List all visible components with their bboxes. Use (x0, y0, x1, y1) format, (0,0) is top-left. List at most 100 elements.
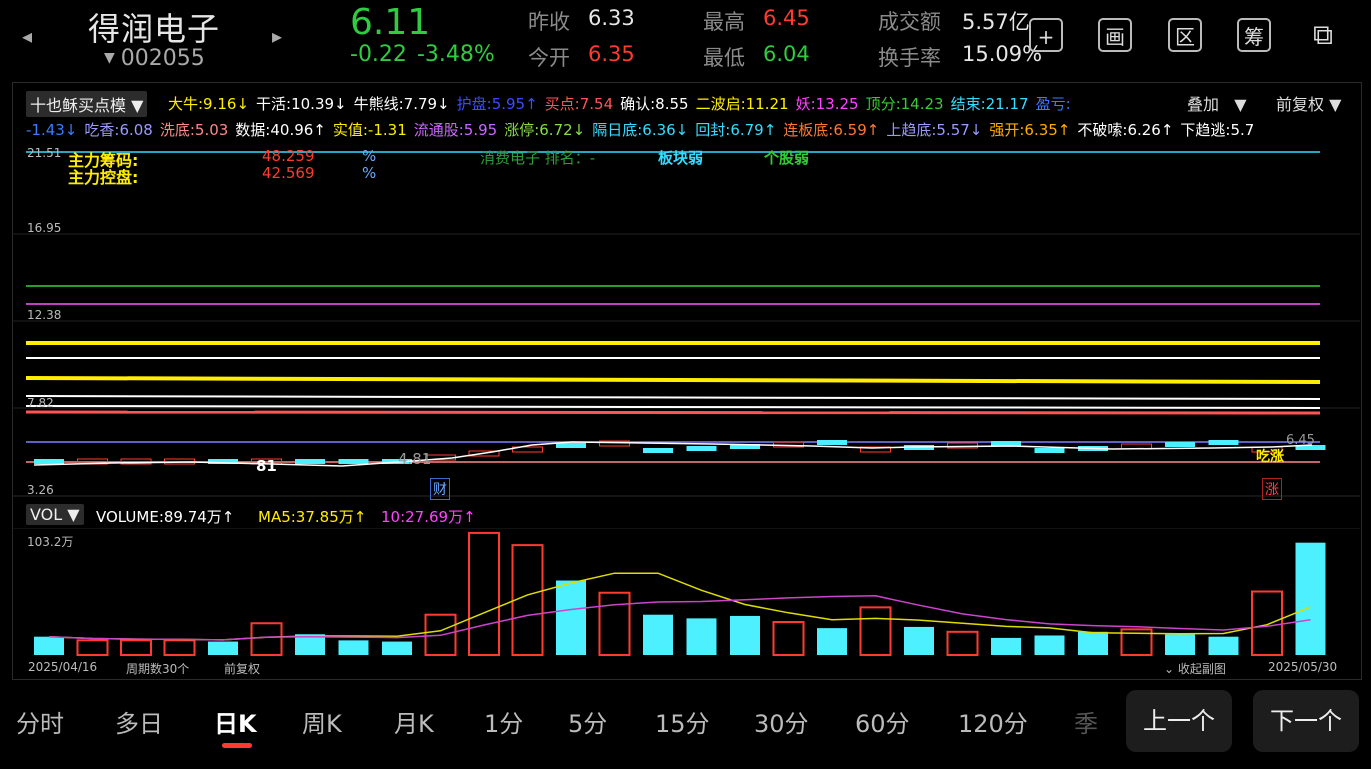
volume-bar (686, 618, 717, 655)
tab-monthly-k[interactable]: 月K (394, 704, 434, 739)
turnover-label: 换手率 (878, 46, 941, 70)
candle (1208, 440, 1239, 445)
open-value: 6.35 (588, 42, 635, 66)
price-chart[interactable] (12, 140, 1360, 500)
indicator-value: 牛熊线:7.79↓ (353, 95, 450, 113)
prev-close-label: 昨收 (528, 10, 570, 34)
caret-down-icon: ▼ (1329, 95, 1342, 114)
eat-rise-tag: 吃涨 (1256, 449, 1284, 465)
candle (34, 459, 64, 464)
sector-state: 板块弱 (658, 149, 704, 167)
fund-chips-value: 48.259 (262, 147, 315, 165)
stock-state: 个股弱 (764, 149, 810, 167)
rotate-screen-icon[interactable]: ⧉ (1306, 18, 1340, 52)
tab-5min[interactable]: 5分 (568, 704, 607, 739)
ma5-value: MA5:37.85万↑ (258, 508, 367, 526)
volume-bar (250, 622, 283, 656)
volume-value: VOLUME:89.74万↑ (96, 508, 235, 526)
indicator-value: 结束:21.17 (950, 95, 1029, 113)
price-axis-label: 7.82 (27, 396, 54, 410)
overlay-dropdown[interactable]: 叠加 ▼ (1187, 91, 1247, 115)
period-count: 周期数30个 (126, 662, 190, 676)
candle (817, 440, 847, 445)
next-stock-arrow-icon[interactable]: ▸ (272, 24, 282, 48)
draw-tool-icon[interactable]: 画 (1098, 18, 1132, 52)
volume-bar (163, 639, 196, 657)
low-label: 最低 (703, 46, 745, 70)
indicator-value: 买点:7.54 (544, 95, 614, 113)
volume-bar (1295, 542, 1326, 655)
range-stats-icon[interactable]: 区 (1168, 18, 1202, 52)
tab-quarterly[interactable]: 季 (1074, 704, 1098, 739)
high-value: 6.45 (763, 6, 810, 30)
indicator-value: 隔日底:6.36↓ (592, 121, 689, 139)
candle (686, 446, 717, 451)
indicator-value: 涨停:6.72↓ (504, 121, 586, 139)
finance-tag[interactable]: 财 (430, 478, 450, 500)
limit-up-tag[interactable]: 涨 (1262, 478, 1282, 500)
high-price-marker: 6.45 (1286, 433, 1315, 448)
volume-bar (511, 544, 544, 656)
tab-weekly-k[interactable]: 周K (302, 704, 342, 739)
volume-bar (904, 626, 934, 655)
volume-bar (772, 621, 805, 656)
tab-daily-k[interactable]: 日K (214, 704, 257, 739)
sub-indicator-name: VOL (30, 505, 63, 524)
indicator-values-row-2: -1.43↓ 吃香:6.08 洗底:5.03 数据:40.96↑ 实值:-1.31 流通股… (26, 119, 1360, 140)
volume-bar (1165, 634, 1195, 655)
indicator-name: 十也稣买点模 (30, 96, 127, 115)
volume-bar (643, 614, 673, 655)
volume-bar (946, 630, 979, 656)
ma10-value: 10:27.69万↑ (381, 508, 476, 526)
tab-intraday[interactable]: 分时 (16, 704, 64, 739)
indicator-value: -1.43↓ (26, 121, 78, 139)
adjust-label: 前复权 (1276, 95, 1325, 114)
price-axis-label: 3.26 (27, 483, 54, 497)
indicator-value: 连板底:6.59↑ (783, 121, 880, 139)
fund-ctrl-label: 主力控盘: (68, 168, 139, 187)
tab-15min[interactable]: 15分 (655, 704, 710, 739)
next-stock-button[interactable]: 下一个 (1253, 690, 1359, 752)
indicator-value: 流通股:5.95 (413, 121, 498, 139)
stock-code: 002055 (120, 46, 205, 71)
stock-name: 得润电子 (88, 10, 221, 48)
indicator-value: 顶分:14.23 (865, 95, 944, 113)
change-percent: -3.48% (416, 42, 495, 67)
fund-ctrl-pct: % (362, 164, 377, 182)
prev-close-value: 6.33 (588, 6, 635, 30)
volume-bar (34, 636, 64, 655)
stock-code-dropdown[interactable]: ▼ 002055 (104, 46, 205, 71)
volume-bar (817, 628, 847, 655)
chips-icon[interactable]: 筹 (1237, 18, 1271, 52)
indicator-values-row-1: 大牛:9.16↓ 干活:10.39↓ 牛熊线:7.79↓ 护盘:5.95↑ 买点:7.5… (168, 93, 1168, 114)
tab-120min[interactable]: 120分 (958, 704, 1028, 739)
volume-bar (1251, 590, 1283, 656)
indicator-select[interactable]: 十也稣买点模 ▼ (26, 91, 148, 117)
indicator-value: 实值:-1.31 (332, 121, 407, 139)
price-axis-label: 21.51 (27, 146, 62, 160)
tab-multi-day[interactable]: 多日 (115, 704, 163, 739)
volume-bar (556, 580, 586, 655)
buy-point-line (25, 410, 1321, 415)
candle (991, 441, 1021, 446)
add-watchlist-icon[interactable]: + (1029, 18, 1063, 52)
prev-stock-arrow-icon[interactable]: ◂ (22, 24, 32, 48)
start-date: 2025/04/16 (28, 660, 98, 674)
volume-bar (1208, 636, 1239, 655)
tab-30min[interactable]: 30分 (754, 704, 809, 739)
indicator-value: 下趋逃:5.7 (1180, 121, 1255, 139)
indicator-value: 不破嗦:6.26↑ (1077, 121, 1174, 139)
indicator-value: 干活:10.39↓ (256, 95, 347, 113)
indicator-value: 吃香:6.08 (84, 121, 153, 139)
prev-stock-button[interactable]: 上一个 (1126, 690, 1232, 752)
tab-60min[interactable]: 60分 (855, 704, 910, 739)
collapse-label: 收起副图 (1177, 662, 1226, 676)
volume-bar (1034, 635, 1065, 655)
sub-indicator-select[interactable]: VOL ▼ (26, 504, 84, 525)
adjust-dropdown[interactable]: 前复权 ▼ (1276, 91, 1341, 115)
price-change: -0.22 -3.48% (350, 42, 505, 67)
volume-chart[interactable] (12, 528, 1360, 658)
collapse-sub-chart-button[interactable]: ⌄ 收起副图 (1164, 660, 1226, 677)
volume-bar (598, 591, 631, 656)
tab-1min[interactable]: 1分 (484, 704, 523, 739)
